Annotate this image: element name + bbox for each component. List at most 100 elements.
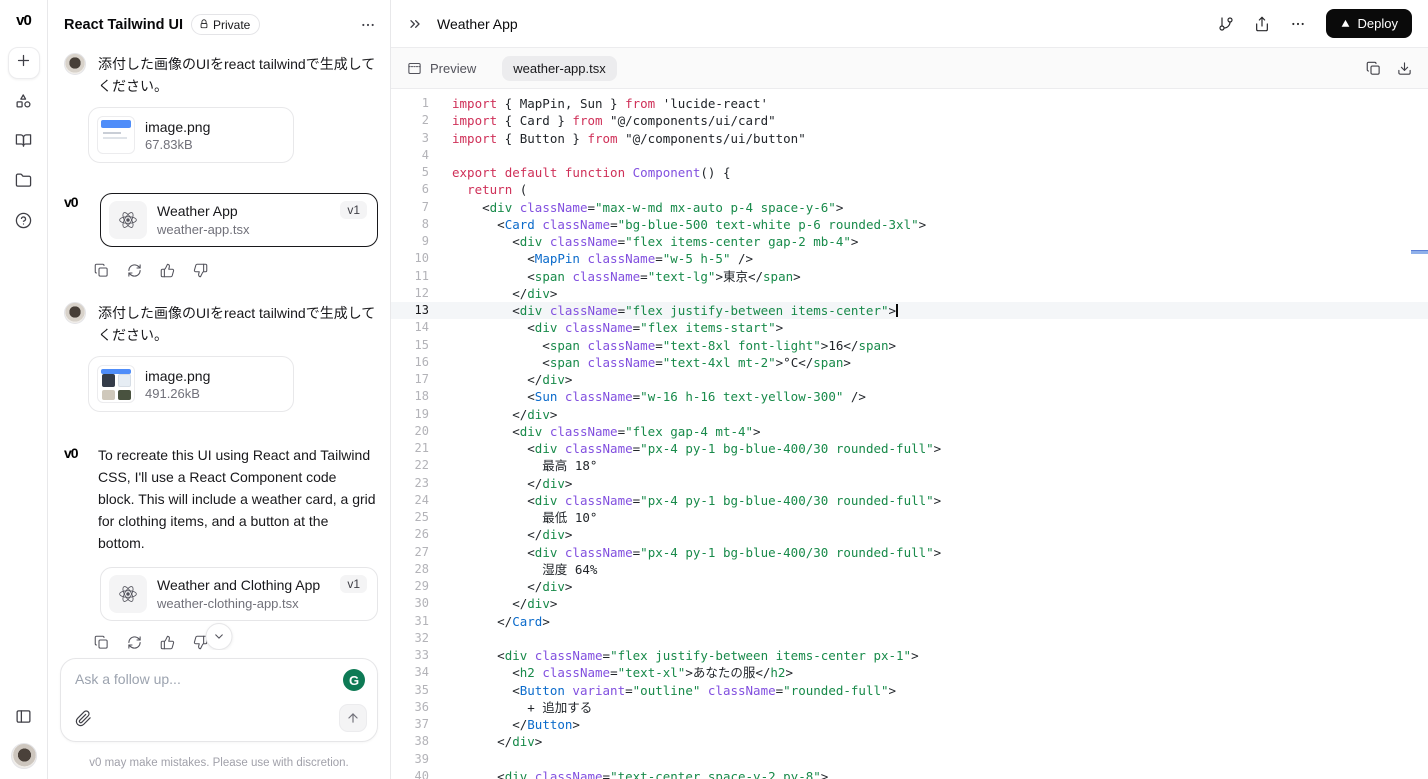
send-button[interactable] <box>339 704 367 732</box>
help-button[interactable] <box>8 207 40 239</box>
code-line-35[interactable]: 35 <Button variant="outline" className="… <box>391 682 1428 699</box>
attachment-card-2[interactable]: image.png 491.26kB <box>88 356 294 412</box>
thumbs-up-icon <box>160 635 175 650</box>
code-line-20[interactable]: 20 <div className="flex gap-4 mt-4"> <box>391 423 1428 440</box>
code-line-34[interactable]: 34 <h2 className="text-xl">あなたの服</h2> <box>391 664 1428 681</box>
grammarly-icon[interactable]: G <box>343 669 365 691</box>
line-number: 11 <box>414 268 429 283</box>
code-line-16[interactable]: 16 <span className="text-4xl mt-2">°C</s… <box>391 354 1428 371</box>
react-atom-icon <box>109 201 147 239</box>
code-line-13[interactable]: 13 <div className="flex justify-between … <box>391 302 1428 320</box>
code-line-21[interactable]: 21 <div className="px-4 py-1 bg-blue-400… <box>391 440 1428 457</box>
code-line-22[interactable]: 22 最高 18° <box>391 457 1428 474</box>
scroll-to-bottom-button[interactable] <box>205 623 233 650</box>
code-text: </div> <box>452 579 573 594</box>
more-options-button[interactable] <box>1290 16 1306 32</box>
attachment-card-1[interactable]: image.png 67.83kB <box>88 107 294 163</box>
fork-button[interactable] <box>1218 16 1234 32</box>
code-line-2[interactable]: 2 import { Card } from "@/components/ui/c… <box>391 112 1428 129</box>
share-button[interactable] <box>1254 16 1270 32</box>
regenerate-button[interactable] <box>127 263 142 278</box>
v0-logo[interactable]: v0 <box>16 12 32 29</box>
attach-file-button[interactable] <box>75 709 92 727</box>
code-line-10[interactable]: 10 <MapPin className="w-5 h-5" /> <box>391 250 1428 267</box>
code-line-9[interactable]: 9 <div className="flex items-center gap-… <box>391 233 1428 250</box>
code-line-36[interactable]: 36 + 追加する <box>391 699 1428 716</box>
code-line-17[interactable]: 17 </div> <box>391 371 1428 388</box>
code-line-19[interactable]: 19 </div> <box>391 406 1428 423</box>
code-line-31[interactable]: 31 </Card> <box>391 613 1428 630</box>
thumbs-down-icon <box>193 263 208 278</box>
line-number: 8 <box>421 216 429 231</box>
code-text: 最低 10° <box>452 510 598 525</box>
copy-icon <box>94 635 108 649</box>
code-line-12[interactable]: 12 </div> <box>391 285 1428 302</box>
follow-up-input[interactable] <box>75 671 315 687</box>
docs-button[interactable] <box>8 127 40 159</box>
code-line-3[interactable]: 3 import { Button } from "@/components/ui… <box>391 130 1428 147</box>
code-line-37[interactable]: 37 </Button> <box>391 716 1428 733</box>
generation-card-weather-app[interactable]: Weather App weather-app.tsx v1 <box>100 193 378 247</box>
code-line-15[interactable]: 15 <span className="text-8xl font-light"… <box>391 337 1428 354</box>
user-avatar <box>64 53 86 75</box>
composer[interactable]: G <box>60 658 378 742</box>
preview-toggle[interactable]: Preview <box>407 61 476 76</box>
community-button[interactable] <box>8 87 40 119</box>
code-line-25[interactable]: 25 最低 10° <box>391 509 1428 526</box>
thumbs-up-button[interactable] <box>160 263 175 278</box>
code-editor[interactable]: 1 import { MapPin, Sun } from 'lucide-rea… <box>391 89 1428 779</box>
code-line-4[interactable]: 4 <box>391 147 1428 164</box>
line-number: 29 <box>414 579 429 593</box>
line-number: 3 <box>421 130 429 145</box>
code-text: </div> <box>452 527 573 543</box>
chat-menu-button[interactable] <box>360 17 376 33</box>
generation-card-weather-clothing-app[interactable]: Weather and Clothing App weather-clothin… <box>100 567 378 621</box>
chat-header: React Tailwind UI Private <box>48 0 390 41</box>
code-line-26[interactable]: 26 </div> <box>391 526 1428 543</box>
code-text: <Card className="bg-blue-500 text-white … <box>452 216 927 232</box>
code-line-38[interactable]: 38 </div> <box>391 733 1428 750</box>
line-number: 15 <box>414 337 429 352</box>
shapes-icon <box>15 92 32 114</box>
user-account-avatar[interactable] <box>10 743 37 769</box>
line-number: 5 <box>421 165 429 179</box>
code-line-7[interactable]: 7 <div className="max-w-md mx-auto p-4 s… <box>391 199 1428 216</box>
code-line-30[interactable]: 30 </div> <box>391 595 1428 612</box>
message-actions-1 <box>94 263 390 278</box>
code-line-29[interactable]: 29 </div> <box>391 578 1428 595</box>
download-code-button[interactable] <box>1397 61 1412 76</box>
code-line-14[interactable]: 14 <div className="flex items-start"> <box>391 319 1428 336</box>
new-chat-button[interactable] <box>7 47 40 79</box>
copy-button[interactable] <box>94 635 109 650</box>
code-line-8[interactable]: 8 <Card className="bg-blue-500 text-whit… <box>391 216 1428 233</box>
code-text: <div className="flex justify-between ite… <box>452 303 898 318</box>
code-line-33[interactable]: 33 <div className="flex justify-between … <box>391 647 1428 664</box>
thumbs-down-button[interactable] <box>193 263 208 278</box>
code-line-32[interactable]: 32 <box>391 630 1428 647</box>
tab-weather-app-tsx[interactable]: weather-app.tsx <box>502 55 617 81</box>
code-line-24[interactable]: 24 <div className="px-4 py-1 bg-blue-400… <box>391 492 1428 509</box>
line-number: 35 <box>414 682 429 697</box>
code-line-39[interactable]: 39 <box>391 751 1428 768</box>
code-line-23[interactable]: 23 </div> <box>391 475 1428 492</box>
thumbs-up-button[interactable] <box>160 635 175 650</box>
expand-chat-button[interactable] <box>407 16 423 32</box>
line-number: 31 <box>414 613 429 628</box>
copy-code-button[interactable] <box>1366 61 1381 76</box>
code-line-11[interactable]: 11 <span className="text-lg">東京</span> <box>391 268 1428 285</box>
regenerate-button[interactable] <box>127 635 142 650</box>
code-line-40[interactable]: 40 <div className="text-center space-y-2… <box>391 768 1428 779</box>
code-line-1[interactable]: 1 import { MapPin, Sun } from 'lucide-rea… <box>391 95 1428 112</box>
copy-button[interactable] <box>94 263 109 278</box>
privacy-badge[interactable]: Private <box>190 14 261 35</box>
attachment-thumbnail <box>97 365 135 403</box>
code-line-27[interactable]: 27 <div className="px-4 py-1 bg-blue-400… <box>391 544 1428 561</box>
code-line-6[interactable]: 6 return ( <box>391 181 1428 198</box>
scrollbar-cursor-marker[interactable] <box>1411 250 1428 254</box>
code-line-5[interactable]: 5 export default function Component() { <box>391 164 1428 181</box>
toggle-sidebar-button[interactable] <box>8 703 40 735</box>
projects-button[interactable] <box>8 167 40 199</box>
code-line-18[interactable]: 18 <Sun className="w-16 h-16 text-yellow… <box>391 388 1428 405</box>
deploy-button[interactable]: Deploy <box>1325 9 1412 38</box>
code-line-28[interactable]: 28 湿度 64% <box>391 561 1428 578</box>
